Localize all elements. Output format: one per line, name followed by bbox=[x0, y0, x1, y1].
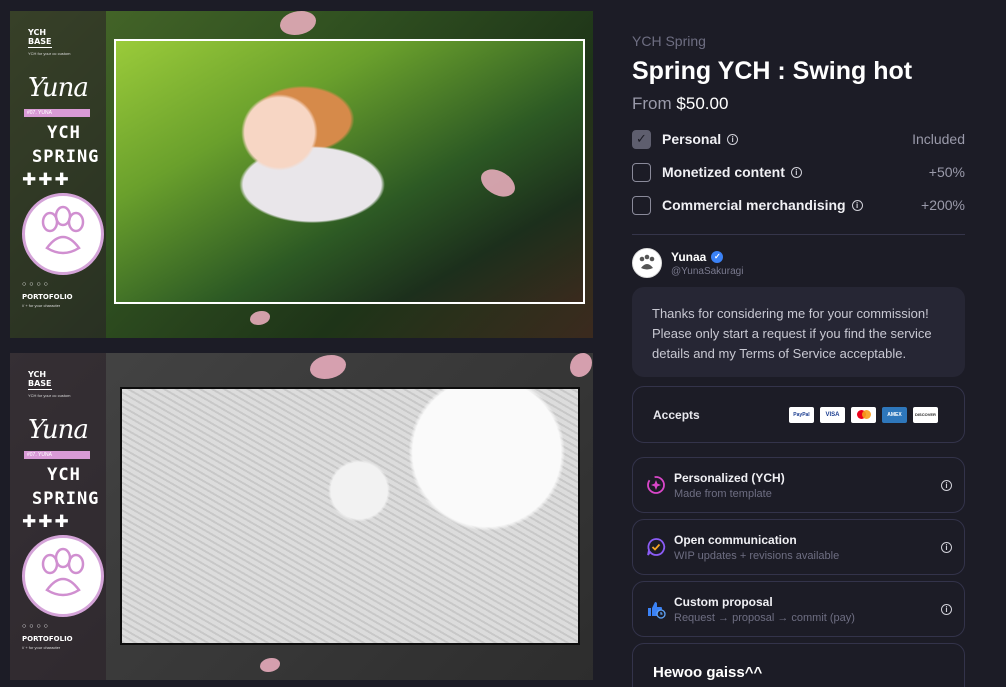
divider bbox=[632, 234, 965, 235]
checkbox-checked[interactable]: ✓ bbox=[632, 129, 651, 149]
feature-subtitle: Request → proposal → commit (pay) bbox=[674, 611, 855, 624]
payment-methods: Accepts PayPal VISA AMEX DISCOVER bbox=[632, 386, 965, 443]
option-price: +50% bbox=[928, 164, 965, 180]
image-gallery: YCH BASE YCH for your oc custom Yuna #07… bbox=[10, 11, 593, 687]
art-tag: #07. YUNA bbox=[24, 451, 90, 459]
portfolio-label: PORTOFOLIO bbox=[22, 635, 73, 643]
description-card: Hewoo gaiss^^ bbox=[632, 643, 965, 687]
plus-marks: ✚✚✚ bbox=[22, 512, 71, 531]
feature-subtitle: Made from template bbox=[674, 487, 772, 500]
plus-marks: ✚✚✚ bbox=[22, 170, 71, 189]
artist-signature: Yuna bbox=[28, 415, 89, 445]
gallery-image-sketch[interactable]: YCH BASE YCH for your oc custom Yuna #07… bbox=[10, 353, 593, 680]
artwork-sidebar: YCH BASE YCH for your oc custom Yuna #07… bbox=[10, 11, 106, 338]
option-personal[interactable]: ✓ Personal i Included bbox=[632, 128, 965, 150]
discover-icon: DISCOVER bbox=[913, 406, 938, 423]
petal-decoration bbox=[260, 658, 280, 672]
artwork-frame bbox=[120, 387, 580, 645]
paw-icon bbox=[41, 547, 85, 597]
payment-logos: PayPal VISA AMEX DISCOVER bbox=[789, 406, 938, 423]
art-tag: #07. YUNA bbox=[24, 109, 90, 117]
accepts-label: Accepts bbox=[653, 407, 700, 422]
option-monetized[interactable]: Monetized content i +50% bbox=[632, 161, 965, 183]
info-icon[interactable]: i bbox=[941, 479, 952, 491]
thumbs-up-clock-icon bbox=[645, 598, 667, 620]
petal-decoration bbox=[310, 355, 346, 379]
paw-icon bbox=[639, 254, 655, 270]
option-label: Personal bbox=[662, 131, 722, 147]
info-icon[interactable]: i bbox=[851, 199, 863, 211]
info-icon[interactable]: i bbox=[941, 541, 952, 553]
seller-name-row: Yunaa ✓ bbox=[671, 250, 743, 264]
ych-base-label: YCH BASE bbox=[28, 370, 52, 390]
petal-decoration bbox=[250, 311, 270, 325]
art-caption: YCH for your oc custom bbox=[28, 51, 71, 56]
listing-category[interactable]: YCH Spring bbox=[632, 33, 706, 49]
check-icon: ✓ bbox=[636, 131, 647, 146]
sparkle-swap-icon bbox=[645, 474, 667, 496]
ych-base-label: YCH BASE bbox=[28, 28, 52, 48]
petal-decoration bbox=[280, 11, 316, 35]
portfolio-label: PORTOFOLIO bbox=[22, 293, 73, 301]
artwork-frame bbox=[114, 39, 585, 304]
verified-badge-icon: ✓ bbox=[711, 250, 724, 263]
art-caption: YCH for your oc custom bbox=[28, 393, 71, 398]
gallery-image-color[interactable]: YCH BASE YCH for your oc custom Yuna #07… bbox=[10, 11, 593, 338]
artist-signature: Yuna bbox=[28, 73, 89, 103]
feature-subtitle: WIP updates + revisions available bbox=[674, 549, 840, 562]
listing-price: From $50.00 bbox=[632, 94, 728, 114]
amex-icon: AMEX bbox=[882, 406, 907, 423]
listing-title: Spring YCH : Swing hot bbox=[632, 57, 913, 85]
artwork-sidebar: YCH BASE YCH for your oc custom Yuna #07… bbox=[10, 353, 106, 680]
visa-icon: VISA bbox=[820, 406, 845, 423]
art-title: YCH SPRING bbox=[32, 465, 100, 509]
feature-communication: Open communication WIP updates + revisio… bbox=[632, 519, 965, 575]
option-commercial[interactable]: Commercial merchandising i +200% bbox=[632, 194, 965, 216]
option-label: Commercial merchandising bbox=[662, 197, 846, 213]
price-prefix: From bbox=[632, 94, 672, 113]
checkbox[interactable] bbox=[632, 162, 651, 182]
paw-logo bbox=[21, 534, 104, 624]
seller-handle: @YunaSakuragi bbox=[671, 265, 744, 277]
art-title: YCH SPRING bbox=[32, 123, 100, 167]
feature-proposal: Custom proposal Request → proposal → com… bbox=[632, 581, 965, 637]
seller-profile[interactable]: Yunaa ✓ @YunaSakuragi bbox=[632, 248, 743, 278]
avatar[interactable] bbox=[632, 248, 662, 278]
chat-check-icon bbox=[645, 536, 667, 558]
feature-title: Custom proposal bbox=[674, 594, 773, 609]
option-price: +200% bbox=[921, 197, 965, 213]
info-icon[interactable]: i bbox=[727, 133, 739, 145]
checkbox[interactable] bbox=[632, 195, 651, 215]
feature-personalized: Personalized (YCH) Made from template i bbox=[632, 457, 965, 513]
feature-title: Open communication bbox=[674, 532, 797, 547]
info-icon[interactable]: i bbox=[941, 603, 952, 615]
paw-icon bbox=[41, 205, 85, 255]
info-icon[interactable]: i bbox=[790, 166, 802, 178]
paypal-icon: PayPal bbox=[789, 406, 814, 423]
mastercard-icon bbox=[851, 406, 876, 423]
seller-message: Thanks for considering me for your commi… bbox=[632, 287, 965, 377]
portfolio-sub: // + for your character bbox=[22, 645, 61, 650]
seller-name[interactable]: Yunaa bbox=[671, 250, 706, 264]
dots-decoration: ○○○○ bbox=[22, 623, 51, 630]
description-heading: Hewoo gaiss^^ bbox=[653, 664, 763, 681]
feature-title: Personalized (YCH) bbox=[674, 470, 785, 485]
portfolio-sub: // + for your character bbox=[22, 303, 61, 308]
paw-logo bbox=[21, 192, 104, 282]
option-price: Included bbox=[912, 131, 965, 147]
petal-decoration bbox=[570, 353, 592, 377]
dots-decoration: ○○○○ bbox=[22, 281, 51, 288]
price-amount: $50.00 bbox=[676, 94, 729, 113]
option-label: Monetized content bbox=[662, 164, 785, 180]
